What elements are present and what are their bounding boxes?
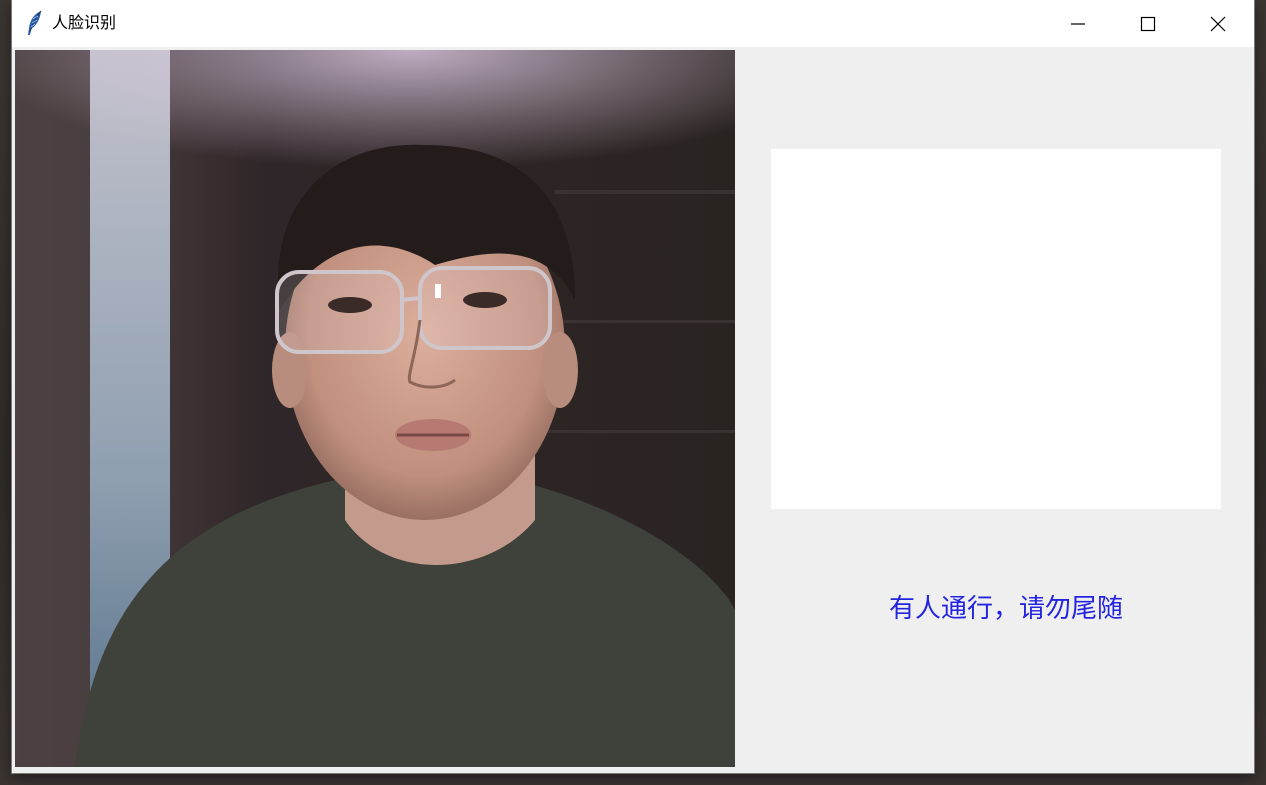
status-message: 有人通行，请勿尾随 (888, 594, 1123, 624)
camera-feed-image (15, 50, 735, 767)
window-title: 人脸识别 (52, 13, 117, 32)
maximize-icon (1140, 16, 1156, 31)
face-preview-panel (771, 149, 1221, 509)
close-icon (1210, 16, 1226, 31)
title-bar[interactable]: 人脸识别 (12, 0, 1254, 47)
minimize-button[interactable] (1044, 0, 1112, 47)
minimize-icon (1071, 22, 1085, 25)
feather-icon (26, 10, 44, 36)
close-button[interactable] (1184, 0, 1252, 47)
maximize-button[interactable] (1114, 0, 1182, 47)
app-window: 人脸识别 有人通行，请勿尾随 (12, 0, 1254, 773)
